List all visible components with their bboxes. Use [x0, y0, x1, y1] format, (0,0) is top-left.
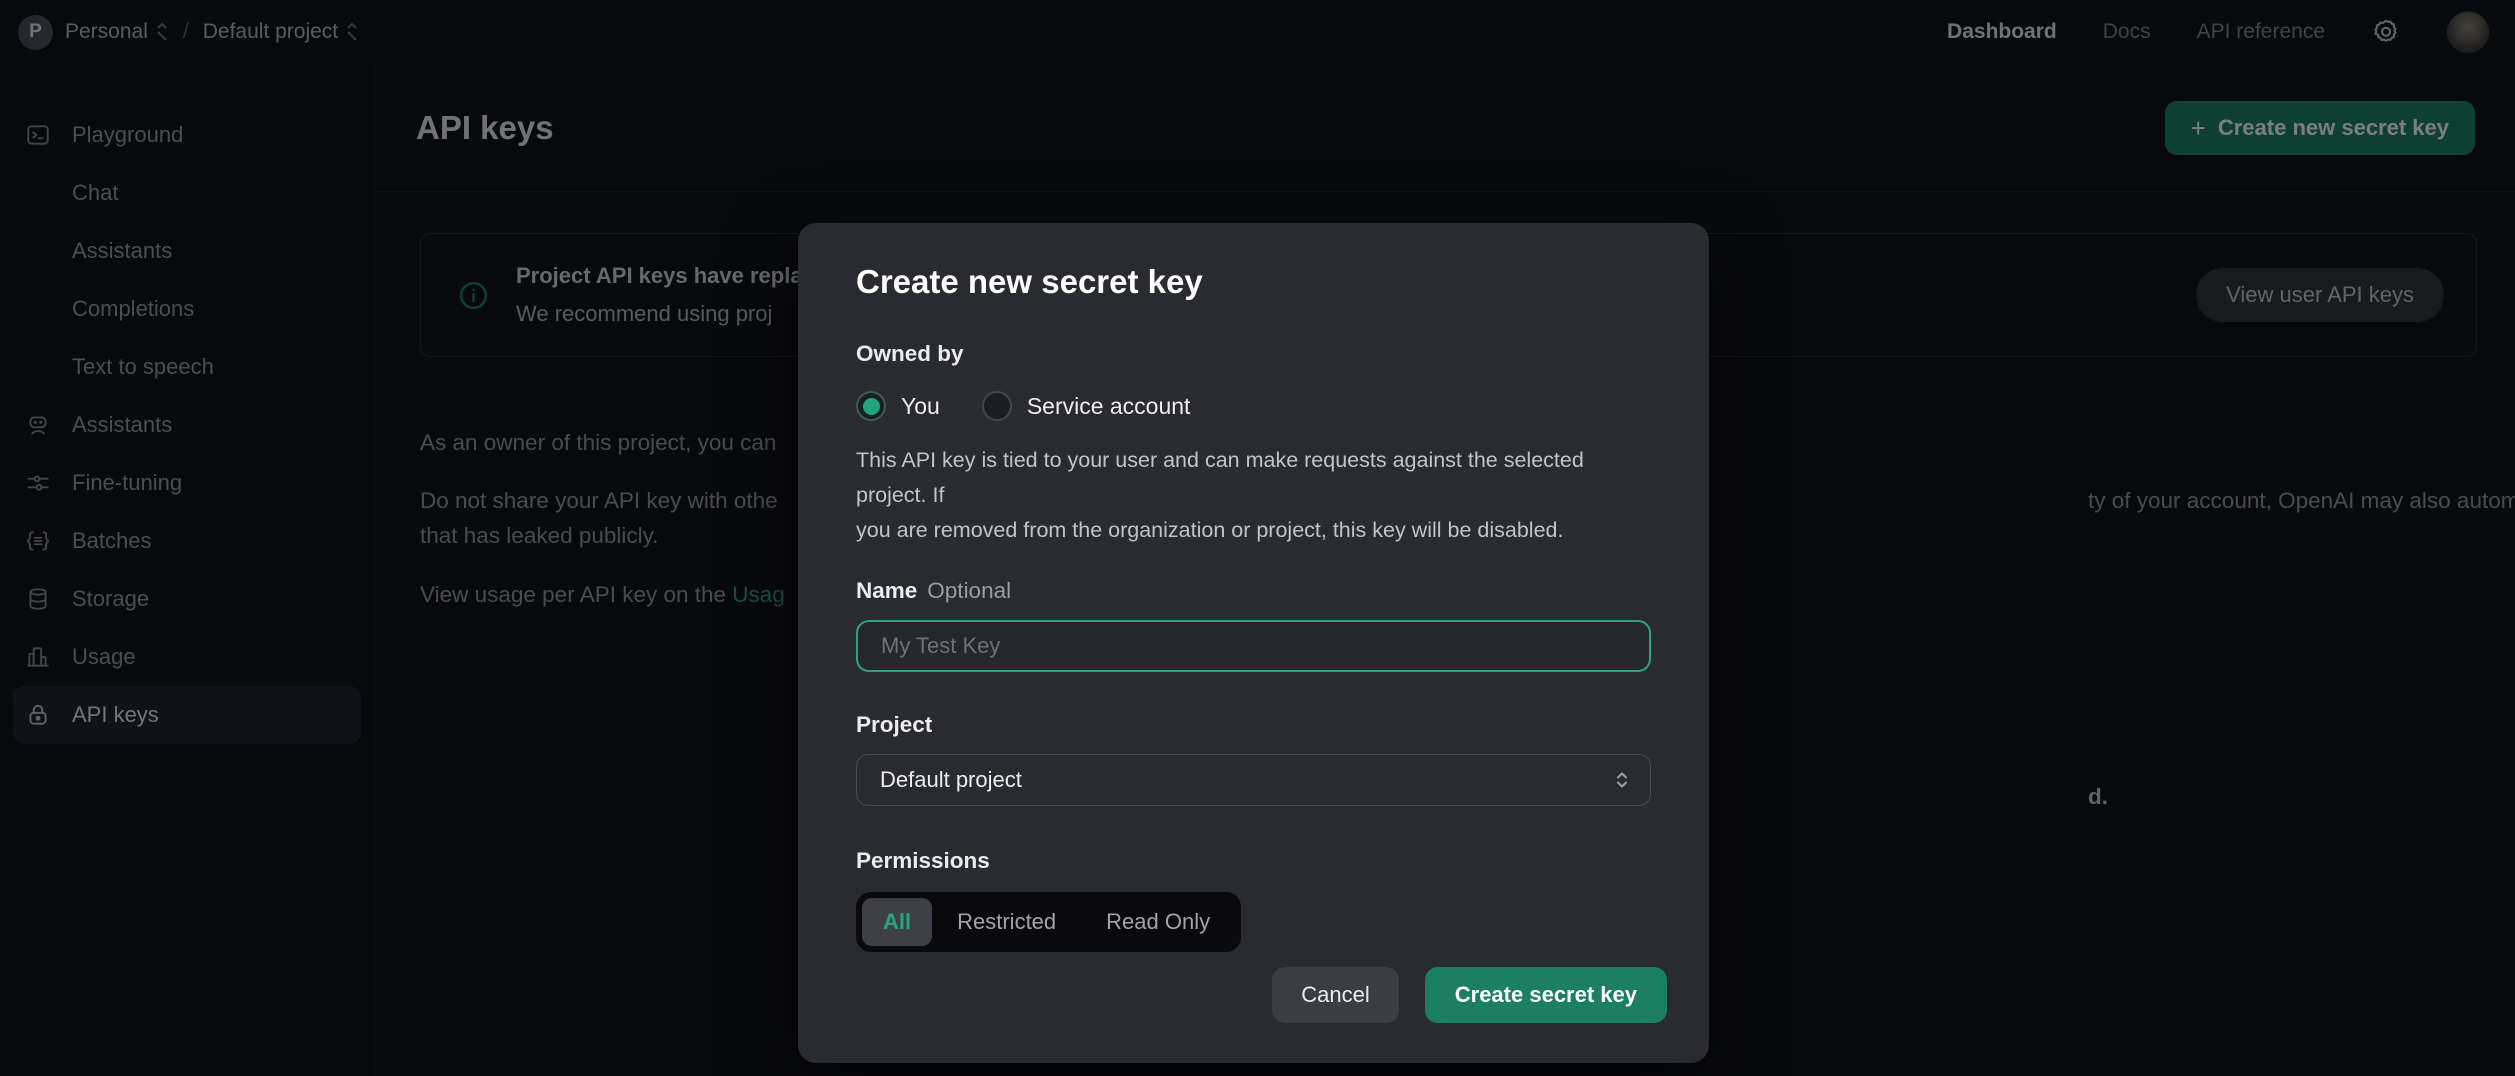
owned-by-description: This API key is tied to your user and ca… — [856, 443, 1651, 548]
create-secret-key-button[interactable]: Create secret key — [1425, 967, 1667, 1023]
radio-service-account-input[interactable] — [982, 391, 1012, 421]
project-label: Project — [856, 712, 1651, 738]
radio-service-account-label: Service account — [1027, 393, 1191, 420]
segment-restricted[interactable]: Restricted — [932, 898, 1081, 946]
segment-read-only[interactable]: Read Only — [1081, 898, 1235, 946]
radio-option-you[interactable]: You — [856, 391, 940, 421]
description-line2: you are removed from the organization or… — [856, 518, 1563, 542]
project-select-value: Default project — [880, 767, 1022, 793]
owned-by-radio-group: You Service account — [856, 391, 1651, 421]
app-window: P Personal / Default project Dashboard D… — [0, 0, 2515, 1076]
radio-option-service-account[interactable]: Service account — [982, 391, 1191, 421]
name-optional-hint: Optional — [927, 578, 1011, 603]
cancel-button[interactable]: Cancel — [1272, 967, 1398, 1023]
radio-you-input[interactable] — [856, 391, 886, 421]
owned-by-label: Owned by — [856, 341, 1651, 367]
modal-footer: Cancel Create secret key — [1272, 967, 1667, 1023]
chevron-updown-icon — [1614, 769, 1630, 791]
modal-title: Create new secret key — [856, 263, 1651, 301]
key-name-input[interactable] — [856, 620, 1651, 672]
radio-you-label: You — [901, 393, 940, 420]
permissions-label: Permissions — [856, 848, 1651, 874]
permissions-segmented-control: All Restricted Read Only — [856, 892, 1241, 952]
name-label-row: Name Optional — [856, 578, 1651, 604]
segment-all[interactable]: All — [862, 898, 932, 946]
description-line1: This API key is tied to your user and ca… — [856, 448, 1584, 507]
project-select[interactable]: Default project — [856, 754, 1651, 806]
create-secret-key-modal: Create new secret key Owned by You Servi… — [798, 223, 1709, 1063]
name-label: Name — [856, 578, 917, 603]
